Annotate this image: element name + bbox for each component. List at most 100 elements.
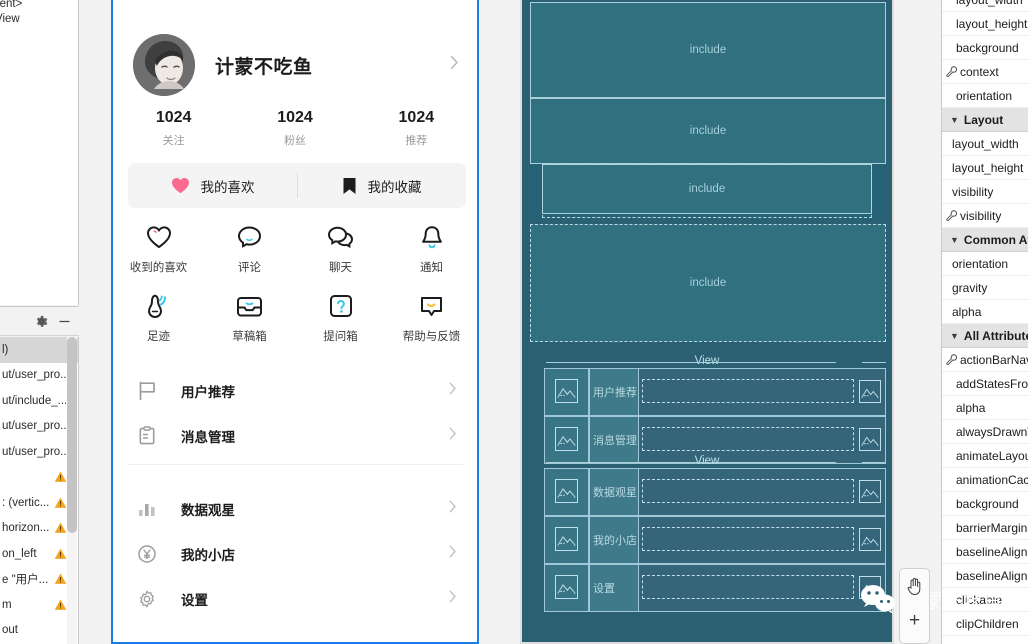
- hand-tool-icon[interactable]: [899, 569, 930, 603]
- menu-row-label: 我的小店: [181, 547, 235, 563]
- blueprint-row-field[interactable]: [642, 427, 854, 451]
- chevron-down-icon[interactable]: ▼: [950, 331, 959, 341]
- blueprint-row-text-cell[interactable]: 设置: [589, 564, 639, 612]
- attribute-row[interactable]: background: [942, 492, 1028, 516]
- chevron-right-icon[interactable]: [449, 500, 457, 518]
- android-studio-layout-editor: ment> View l) ut/user_pro... ut/include_..…: [0, 0, 1028, 644]
- zoom-in-button[interactable]: +: [899, 603, 930, 637]
- attribute-row[interactable]: animationCache: [942, 468, 1028, 492]
- attribute-row[interactable]: context: [942, 60, 1028, 84]
- blueprint-include-label: include: [689, 125, 727, 137]
- design-preview-surface[interactable]: 计蒙不吃鱼 1024 关注 1024 粉丝 1024 推荐 我的喜欢 我的收藏 …: [111, 0, 479, 644]
- attribute-row[interactable]: alwaysDrawnWithCache: [942, 420, 1028, 444]
- blueprint-row-field[interactable]: [642, 479, 854, 503]
- attribute-row[interactable]: baselineAligned: [942, 540, 1028, 564]
- footprint-icon: [146, 293, 171, 319]
- attribute-row[interactable]: orientation: [942, 84, 1028, 108]
- menu-row[interactable]: 用户推荐: [113, 368, 477, 413]
- chevron-down-icon[interactable]: ▼: [950, 115, 959, 125]
- attribute-row[interactable]: background: [942, 36, 1028, 60]
- icon-grid-cell[interactable]: 帮助与反馈: [386, 293, 477, 344]
- chevron-right-icon[interactable]: [449, 545, 457, 563]
- icon-grid-cell[interactable]: 评论: [204, 224, 295, 275]
- blueprint-include-1[interactable]: include: [530, 2, 886, 98]
- stat-item[interactable]: 1024 推荐: [356, 108, 477, 158]
- chevron-right-icon[interactable]: [449, 590, 457, 608]
- attribute-row[interactable]: alpha: [942, 396, 1028, 420]
- icon-grid-cell[interactable]: 收到的喜欢: [113, 224, 204, 275]
- chevron-right-icon[interactable]: [450, 55, 459, 75]
- attribute-section-header[interactable]: ▼ All Attributes: [942, 324, 1028, 348]
- problems-scrollbar[interactable]: [67, 337, 77, 644]
- stat-item[interactable]: 1024 关注: [113, 108, 234, 158]
- attribute-label: animateLayoutChanges: [956, 448, 1028, 463]
- attribute-row[interactable]: clickable: [942, 588, 1028, 612]
- attribute-label: baselineAligned: [956, 544, 1028, 559]
- blueprint-row-text-cell[interactable]: 用户推荐: [589, 368, 639, 416]
- attributes-panel[interactable]: layout_width layout_height background conte…: [941, 0, 1028, 644]
- icon-grid-cell[interactable]: 草稿箱: [204, 293, 295, 344]
- blueprint-row-text-cell[interactable]: 数据观星: [589, 468, 639, 516]
- blueprint-include-label: include: [689, 44, 727, 56]
- attribute-row[interactable]: orientation: [942, 252, 1028, 276]
- attribute-section-header[interactable]: ▼ Common Attributes: [942, 228, 1028, 252]
- menu-row[interactable]: 设置: [113, 576, 477, 621]
- scrollbar-thumb[interactable]: [67, 337, 77, 533]
- minimize-icon[interactable]: [57, 314, 72, 329]
- attribute-row[interactable]: gravity: [942, 276, 1028, 300]
- attribute-row[interactable]: visibility: [942, 204, 1028, 228]
- icon-grid-cell[interactable]: 聊天: [295, 224, 386, 275]
- icon-grid-cell[interactable]: 足迹: [113, 293, 204, 344]
- blueprint-include-4[interactable]: include: [530, 224, 886, 342]
- problem-row-label: ut/user_pro...: [2, 369, 66, 382]
- chevron-right-icon[interactable]: [449, 382, 457, 400]
- profile-header[interactable]: 计蒙不吃鱼: [113, 22, 477, 108]
- blueprint-row-field[interactable]: [642, 379, 854, 403]
- left-panel: ment> View l) ut/user_pro... ut/include_..…: [0, 0, 79, 644]
- blueprint-view-rule-right-2: [862, 462, 886, 463]
- wrench-icon: [946, 210, 957, 221]
- blueprint-image-placeholder: [555, 379, 578, 403]
- pill-tab-likes[interactable]: 我的喜欢: [128, 163, 297, 208]
- blueprint-row-field[interactable]: [642, 575, 854, 599]
- pill-tab-collection[interactable]: 我的收藏: [297, 163, 466, 208]
- blueprint-row-field[interactable]: [642, 527, 854, 551]
- attribute-label: layout_width: [956, 0, 1023, 7]
- attribute-row[interactable]: actionBarNavMode: [942, 348, 1028, 372]
- heart-outline-icon: [146, 224, 172, 250]
- chevron-down-icon[interactable]: ▼: [950, 235, 959, 245]
- stat-item[interactable]: 1024 粉丝: [234, 108, 355, 158]
- pill-tabs: 我的喜欢 我的收藏: [128, 163, 466, 208]
- blueprint-row-text-cell[interactable]: 我的小店: [589, 516, 639, 564]
- blueprint-chevron-placeholder: [859, 528, 881, 551]
- menu-row[interactable]: 数据观星: [113, 486, 477, 531]
- attribute-row[interactable]: addStatesFromChildren: [942, 372, 1028, 396]
- attribute-row[interactable]: layout_width: [942, 132, 1028, 156]
- attribute-label: orientation: [956, 88, 1013, 103]
- menu-row[interactable]: 我的小店: [113, 531, 477, 576]
- attribute-row[interactable]: layout_height: [942, 12, 1028, 36]
- icon-grid-cell[interactable]: 通知: [386, 224, 477, 275]
- blueprint-view-rule-right-1: [862, 362, 886, 363]
- problem-row-label: l): [2, 343, 9, 356]
- attribute-row[interactable]: baselineAlignedChildIndex: [942, 564, 1028, 588]
- attribute-row[interactable]: clipChildren: [942, 612, 1028, 636]
- attribute-row[interactable]: animateLayoutChanges: [942, 444, 1028, 468]
- attribute-row[interactable]: visibility: [942, 180, 1028, 204]
- blueprint-include-2[interactable]: include: [530, 98, 886, 164]
- blueprint-row-label: 我的小店: [593, 535, 637, 547]
- attribute-row[interactable]: layout_height: [942, 156, 1028, 180]
- menu-row[interactable]: 消息管理: [113, 413, 477, 458]
- problems-list[interactable]: l) ut/user_pro... ut/include_... ut/user_pr…: [0, 337, 79, 644]
- attribute-row[interactable]: barrierMargin: [942, 516, 1028, 540]
- left-editor-stub: ment> View: [0, 0, 79, 305]
- menu-row-label: 消息管理: [181, 429, 235, 445]
- attribute-row[interactable]: layout_width: [942, 0, 1028, 12]
- warning-icon: [54, 573, 67, 585]
- attribute-row[interactable]: alpha: [942, 300, 1028, 324]
- chevron-right-icon[interactable]: [449, 427, 457, 445]
- blueprint-surface[interactable]: include include include include View 用户推…: [520, 0, 894, 644]
- icon-grid-cell[interactable]: 提问箱: [295, 293, 386, 344]
- gear-icon[interactable]: [34, 314, 49, 329]
- attribute-section-header[interactable]: ▼ Layout: [942, 108, 1028, 132]
